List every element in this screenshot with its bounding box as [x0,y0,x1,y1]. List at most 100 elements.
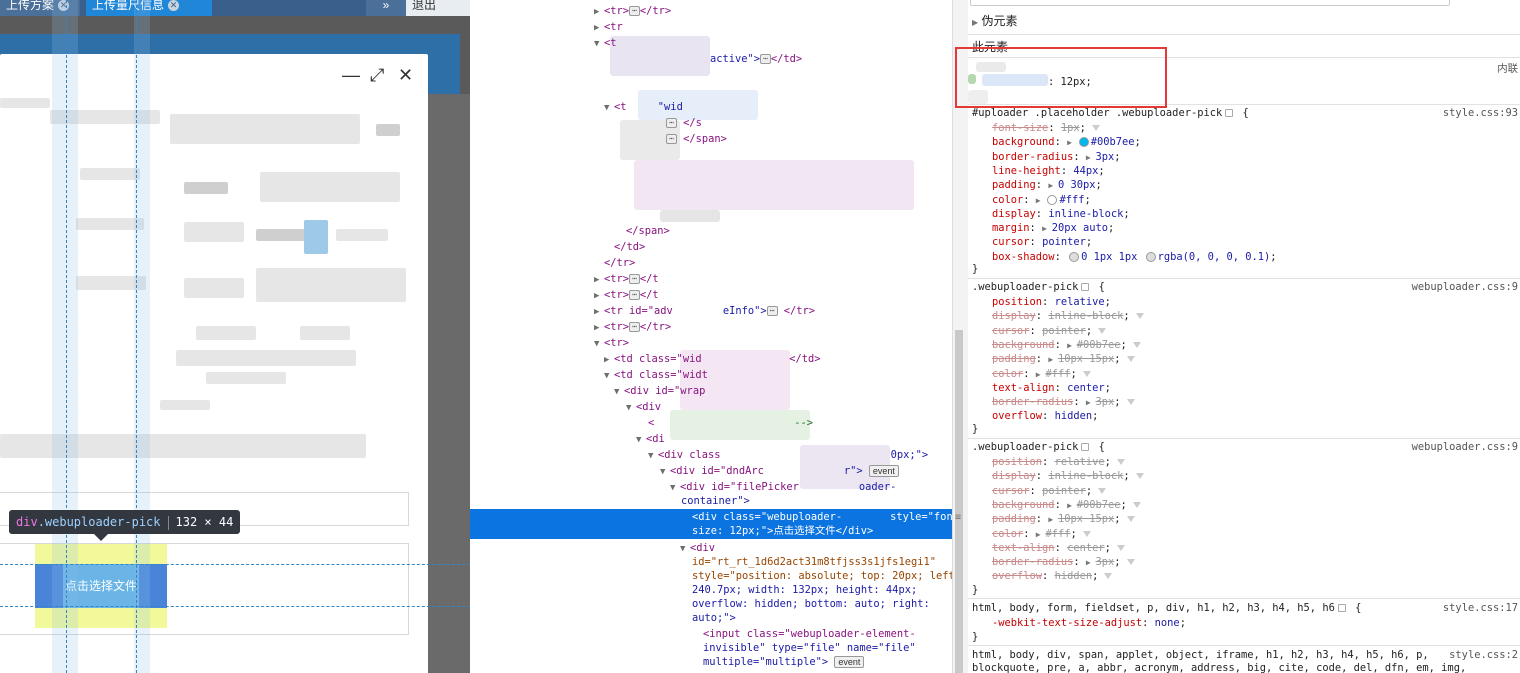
expand-icon[interactable]: ▶ [594,272,604,288]
expand-icon[interactable]: ▶ [1048,181,1058,190]
dom-node[interactable]: ▶ <tr> ⋯ </tr> [594,3,671,19]
filter-icon[interactable] [1091,125,1100,131]
css-property-row[interactable]: border-radius: ▶ 3px; [992,555,1135,569]
expand-icon[interactable]: ▶ [604,352,614,368]
css-property-row[interactable]: text-align: center; [992,541,1125,555]
scrollbar[interactable] [955,330,963,673]
ellipsis-icon[interactable]: ⋯ [629,322,640,332]
ellipsis-icon[interactable]: ⋯ [666,134,677,144]
css-property-row[interactable]: overflow: hidden; [992,409,1098,423]
css-property-row[interactable]: -webkit-text-size-adjust: none; [992,616,1186,630]
minimize-icon[interactable]: — [342,66,360,84]
filter-icon[interactable] [1126,356,1135,363]
filter-icon[interactable] [1116,459,1125,465]
filter-icon[interactable] [1098,327,1107,334]
css-rule-selector[interactable]: html, body, form, fieldset, p, div, h1, … [972,601,1361,615]
collapse-icon[interactable]: ▼ [670,480,680,496]
rule-settings-icon[interactable] [1225,109,1234,117]
css-property-row[interactable]: color: ▶ #fff; [992,367,1091,381]
collapse-icon[interactable]: ▼ [636,432,646,448]
dom-node[interactable]: ⋯ </span> [666,131,727,147]
maximize-icon[interactable]: ⤢ [370,66,384,84]
dom-node[interactable]: ▼ <di [636,431,665,447]
close-icon[interactable]: ✕ [398,66,413,84]
filter-icon[interactable] [1135,473,1144,480]
expand-icon[interactable]: ▶ [1036,370,1046,379]
expand-icon[interactable]: ▶ [1067,341,1077,350]
css-rule-selector[interactable]: #uploader .placeholder .webuploader-pick… [972,106,1249,120]
dom-node[interactable]: ▼ <div [626,399,661,415]
filter-icon[interactable] [1126,559,1135,566]
css-property-row[interactable]: color: ▶ #fff; [992,193,1091,207]
dom-node[interactable]: < --> [648,415,813,431]
ellipsis-icon[interactable]: ⋯ [766,306,778,316]
dom-node[interactable]: ▼ <tr> [594,335,629,351]
pseudo-elements-section[interactable]: ▶ 伪元素 [972,12,1018,29]
css-property-row[interactable]: position: relative; [992,455,1125,469]
color-swatch-icon[interactable] [1145,251,1156,262]
css-source-link[interactable]: style.css:17 [1443,601,1518,615]
filter-icon[interactable] [1082,370,1091,377]
css-source-link[interactable]: webuploader.css:9 [1412,280,1518,294]
color-swatch-icon[interactable] [1078,137,1089,148]
expand-icon[interactable]: ▶ [1048,515,1058,524]
dom-node[interactable]: ▶ <tr [594,19,623,35]
dom-node[interactable]: ▼ <div id="wrap [614,383,705,399]
expand-icon[interactable]: ▶ [972,18,978,27]
close-icon[interactable]: ✕ [168,0,180,11]
css-property-row[interactable]: background: ▶ #00b7ee; [992,498,1141,512]
filter-icon[interactable] [1116,544,1125,551]
css-property-row[interactable]: overflow: hidden; [992,569,1113,583]
dom-node[interactable]: </span> [626,223,670,239]
css-property-row[interactable]: margin: ▶ 20px auto; [992,221,1114,235]
collapse-icon[interactable]: ▼ [604,100,614,116]
collapse-icon[interactable]: ▼ [626,400,636,416]
ellipsis-icon[interactable]: ⋯ [629,6,640,16]
collapse-icon[interactable]: ▼ [604,368,614,384]
expand-icon[interactable]: ▶ [1036,196,1046,205]
css-source-link[interactable]: style.css:93 [1443,106,1518,120]
css-property-row[interactable]: cursor: pointer; [992,235,1092,249]
css-property-row[interactable]: box-shadow: 0 1px 1px rgba(0, 0, 0, 0.1)… [992,250,1277,264]
css-property-row[interactable]: padding: ▶ 0 30px; [992,178,1102,192]
expand-icon[interactable]: ▶ [594,320,604,336]
dom-node[interactable]: active"> ⋯ </td> [710,51,802,67]
css-property-row[interactable]: padding: ▶ 10px 15px; [992,512,1135,526]
css-property-row[interactable]: background: ▶ #00b7ee; [992,338,1141,352]
css-property-row[interactable]: font-size: 1px; [992,121,1100,135]
event-badge[interactable]: event [868,465,899,477]
css-property-row[interactable]: border-radius: ▶ 3px; [992,395,1135,409]
expand-icon[interactable]: ▶ [1067,138,1077,147]
expand-icon[interactable]: ▶ [594,304,604,320]
dom-node[interactable]: ▶ <td class="wid </td> [604,351,820,367]
splitter-handle-icon[interactable]: ≡ [955,512,961,523]
collapse-icon[interactable]: ▼ [680,541,690,557]
expand-icon[interactable]: ▶ [594,288,604,304]
dom-node[interactable]: container"> [681,493,750,509]
css-property-row[interactable]: padding: ▶ 10px 15px; [992,352,1135,366]
expand-icon[interactable]: ▶ [594,4,604,20]
css-property-row[interactable]: position: relative; [992,295,1111,309]
css-property-row[interactable]: line-height: 44px; [992,164,1105,178]
dom-node[interactable]: ▶ <tr> ⋯ </t [594,271,659,287]
css-property-row[interactable]: display: inline-block; [992,309,1144,323]
css-property-row[interactable]: background: ▶ #00b7ee; [992,135,1141,149]
forward-button[interactable]: » [366,0,406,16]
filter-icon[interactable] [1135,313,1144,320]
collapse-icon[interactable]: ▼ [614,384,624,400]
dom-node[interactable]: ▶ <tr> ⋯ </tr> [594,319,671,335]
dom-node[interactable]: ⋯ </s [666,115,702,131]
expand-icon[interactable]: ▶ [1067,501,1077,510]
filter-icon[interactable] [1126,516,1135,523]
dom-tree-panel[interactable]: ▶ <tr> ⋯ </tr> ▶ <tr ▼ <t active"> ⋯ </td> ▼ <t … [470,0,954,673]
dom-node[interactable]: </td> [614,239,645,255]
css-property-row[interactable]: display: inline-block; [992,469,1144,483]
css-property-row[interactable]: text-align: center; [992,381,1111,395]
filter-icon[interactable] [1126,399,1135,406]
dom-node[interactable]: ▶ <tr id="adv eInfo"> ⋯ </tr> [594,303,815,319]
styles-filter-input[interactable] [970,0,1450,6]
color-swatch-icon[interactable] [1047,194,1058,205]
filter-icon[interactable] [1104,573,1113,580]
collapse-icon[interactable]: ▼ [660,464,670,480]
expand-icon[interactable]: ▶ [1042,224,1052,233]
